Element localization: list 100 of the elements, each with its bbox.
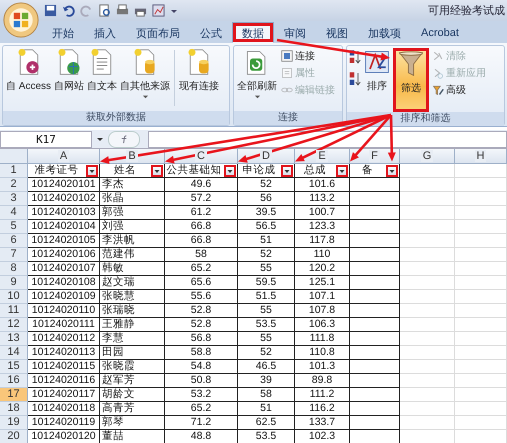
table-cell [400,178,455,192]
column-header[interactable]: G [400,149,455,164]
reapply-icon [432,67,444,79]
ribbon-tab[interactable]: 视图 [316,22,358,43]
table-cell [350,388,400,402]
ribbon-button[interactable]: 自网站 [53,48,86,93]
print-preview-icon[interactable] [98,4,111,17]
row-header[interactable]: 7 [0,248,28,262]
row-header[interactable]: 13 [0,332,28,346]
table-cell: 55 [238,304,295,318]
table-cell [350,402,400,416]
row-header[interactable]: 8 [0,262,28,276]
filter-button[interactable]: 筛选 [393,48,429,112]
table-cell: 10124020110 [28,304,100,318]
ribbon-button[interactable]: 自其他来源 [119,48,172,100]
table-cell: 133.7 [295,416,350,430]
row-header[interactable]: 16 [0,374,28,388]
table-cell: 10124020119 [28,416,100,430]
table-cell: 49.6 [165,178,238,192]
table-cell: 55 [238,262,295,276]
table-cell: 62.5 [238,416,295,430]
group-label: 获取外部数据 [3,111,229,125]
print-icon[interactable] [116,4,129,17]
row-header[interactable]: 19 [0,416,28,430]
table-cell [455,220,507,234]
table-cell [455,360,507,374]
table-cell [455,234,507,248]
table-cell [400,346,455,360]
row-header[interactable]: 3 [0,192,28,206]
ribbon-tab[interactable]: Acrobat [411,22,469,43]
row-header[interactable]: 12 [0,318,28,332]
table-cell: 赵文瑞 [100,276,165,290]
row-header[interactable]: 20 [0,430,28,443]
ribbon-tab[interactable]: 数据 [232,22,274,43]
ribbon-button[interactable]: 全部刷新 [236,48,278,100]
table-cell [350,262,400,276]
filter-dropdown-button[interactable] [336,164,348,176]
table-cell: 51 [238,402,295,416]
ribbon-tab[interactable]: 开始 [42,22,84,43]
ribbon-tab[interactable]: 审阅 [274,22,316,43]
row-header[interactable]: 11 [0,304,28,318]
chart-icon[interactable] [152,4,165,17]
save-icon[interactable] [44,4,57,17]
table-cell: 54.8 [165,360,238,374]
table-cell: 113.2 [295,192,350,206]
column-header[interactable]: H [455,149,507,164]
table-cell: 郭琴 [100,416,165,430]
table-cell: 102.3 [295,430,350,443]
table-cell: 胡龄文 [100,388,165,402]
ribbon-button[interactable]: 现有连接 [178,48,220,93]
ribbon-tab[interactable]: 插入 [84,22,126,43]
table-cell [350,206,400,220]
table-cell: 111.2 [295,388,350,402]
table-cell: 张晶 [100,192,165,206]
row-header[interactable]: 15 [0,360,28,374]
sort-descending-icon[interactable] [349,70,361,88]
row-header[interactable]: 9 [0,276,28,290]
caret-icon[interactable] [96,135,104,143]
filter-dropdown-button[interactable] [86,164,98,176]
undo-icon[interactable] [62,4,75,17]
column-header[interactable]: A [28,149,100,164]
column-header[interactable]: E [295,149,350,164]
table-cell: 10124020103 [28,206,100,220]
ribbon-button[interactable]: 自 Access [5,48,52,93]
table-cell: 48.8 [165,430,238,443]
filter-dropdown-button[interactable] [151,164,163,176]
table-cell: 10124020117 [28,388,100,402]
row-header[interactable]: 2 [0,178,28,192]
table-cell: 53.2 [165,388,238,402]
table-cell: 125.1 [295,276,350,290]
table-cell [350,318,400,332]
row-header[interactable]: 1 [0,164,28,178]
row-header[interactable]: 6 [0,234,28,248]
ribbon-tab[interactable]: 公式 [190,22,232,43]
table-cell [400,276,455,290]
ribbon-tab[interactable]: 页面布局 [126,22,190,43]
filter-dropdown-button[interactable] [281,164,293,176]
ribbon-button[interactable]: 自文本 [86,48,118,93]
ribbon-tab[interactable]: 加载项 [358,22,411,43]
table-cell [400,192,455,206]
table-cell: 10124020116 [28,374,100,388]
table-cell: 61.2 [165,206,238,220]
table-cell: 53.5 [238,430,295,443]
ribbon-small-button[interactable]: 高级 [431,82,487,98]
name-box[interactable]: K17 [0,130,92,148]
row-header[interactable]: 10 [0,290,28,304]
table-cell: 51 [238,234,295,248]
table-cell [350,332,400,346]
table-cell: 56.5 [238,220,295,234]
table-cell [400,304,455,318]
table-cell [350,360,400,374]
filter-dropdown-button[interactable] [224,164,236,176]
row-header[interactable]: 17 [0,388,28,402]
row-header[interactable]: 14 [0,346,28,360]
table-cell: 范建伟 [100,248,165,262]
table-cell: 65.6 [165,276,238,290]
row-header[interactable]: 4 [0,206,28,220]
row-header[interactable]: 18 [0,402,28,416]
row-header[interactable]: 5 [0,220,28,234]
filter-dropdown-button[interactable] [386,164,398,176]
